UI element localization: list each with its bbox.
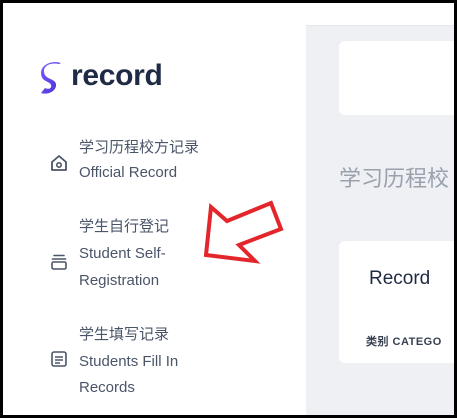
sidebar-item-label-cn: 学生填写记录 bbox=[79, 326, 170, 343]
sidebar-item-label-cn: 学习历程校方记录 bbox=[79, 139, 200, 156]
logo-icon bbox=[41, 62, 61, 94]
category-label: 类别 CATEGO bbox=[366, 336, 442, 348]
sidebar-item-official-record[interactable]: 学习历程校方记录 Official Record bbox=[3, 135, 303, 185]
sidebar-item-label-cn: 学生自行登记 bbox=[79, 218, 170, 235]
record-card-title: Record bbox=[369, 268, 431, 289]
search-card[interactable] bbox=[339, 41, 454, 115]
home-icon bbox=[51, 155, 67, 171]
document-icon bbox=[51, 351, 67, 367]
app-window: record 学习历程校方记录 Official Record 学生自行登记 S… bbox=[0, 0, 457, 418]
brand-name[interactable]: record bbox=[71, 59, 163, 93]
archive-icon bbox=[51, 254, 67, 270]
sidebar-item-label-en: Student Self- bbox=[79, 245, 166, 262]
sidebar-item-students-fill-in-records[interactable]: 学生填写记录 Students Fill In Records bbox=[3, 321, 303, 401]
page-title: 学习历程校 bbox=[339, 166, 450, 191]
sidebar-item-label-en-line2: Registration bbox=[79, 272, 160, 289]
sidebar-item-label-en: Students Fill In bbox=[79, 353, 179, 370]
red-arrow-icon bbox=[203, 200, 284, 264]
sidebar-item-label-en: Official Record bbox=[79, 164, 178, 181]
sidebar-item-label-en-line2: Records bbox=[79, 379, 135, 396]
